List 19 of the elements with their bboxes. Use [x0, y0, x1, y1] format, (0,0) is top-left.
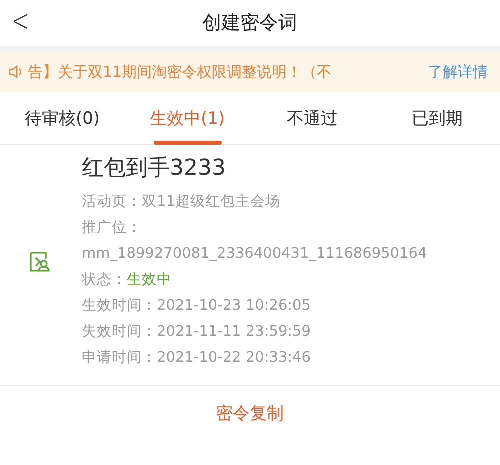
tab[interactable]: 待审核(0) [0, 92, 125, 144]
item-title: 红包到手3233 [82, 155, 227, 183]
notice-text: 告】关于双11期间淘密令权限调整说明！（不 [28, 62, 334, 82]
info-line: 申请时间：2021-10-22 20:33:46 [82, 349, 312, 368]
info-line: mm_1899270081_2336400431_111686950164 [82, 245, 428, 264]
copy-button[interactable]: 密令复制 [206, 398, 294, 429]
template-icon [28, 250, 52, 274]
tab[interactable]: 生效中(1) [125, 92, 250, 144]
info-line: 活动页：双11超级红包主会场 [82, 192, 282, 212]
tab[interactable]: 已到期 [375, 92, 500, 144]
back-button[interactable]: < [12, 2, 30, 42]
tab[interactable]: 不通过 [250, 92, 375, 144]
status-value: 生效中 [127, 272, 172, 288]
page-title: 创建密令词 [202, 11, 298, 36]
speaker-icon [8, 64, 24, 80]
info-line: 失效时间：2021-11-11 23:59:59 [82, 323, 312, 342]
info-line: 推广位： [82, 219, 143, 238]
info-line: 生效时间：2021-10-23 10:26:05 [82, 297, 312, 316]
status-label: 状态： [82, 272, 127, 288]
